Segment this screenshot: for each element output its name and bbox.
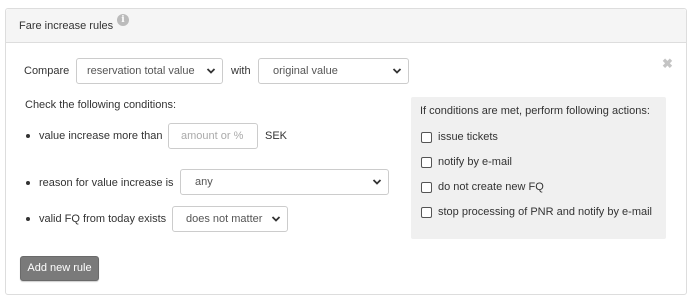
chevron-down-icon [372,179,382,185]
with-label: with [231,65,251,77]
reason-select[interactable]: any [180,169,389,195]
amount-input-placeholder: amount or % [181,130,244,142]
with-select[interactable]: original value [258,58,409,84]
reason-label: reason for value increase is [39,177,174,189]
close-icon[interactable]: ✖ [662,57,673,70]
actions-box: If conditions are met, perform following… [411,97,666,239]
chevron-down-icon [392,68,402,74]
currency-label: SEK [265,130,288,142]
conditions-heading: Check the following conditions: [25,99,177,111]
chevron-down-icon [271,216,281,222]
valid-fq-select[interactable]: does not matter [172,206,288,232]
value-increase-label: value increase more than [39,130,163,142]
compare-select[interactable]: reservation total value [76,58,223,84]
valid-fq-label: valid FQ from today exists [39,213,167,225]
actions-heading: If conditions are met, perform following… [420,105,650,117]
bullet [26,217,30,221]
bullet [26,181,30,185]
checkbox-label: stop processing of PNR and notify by e-m… [438,206,652,218]
panel-header: Fare increase rules i [6,9,686,43]
checkbox-label: do not create new FQ [438,181,544,193]
checkbox-label: notify by e-mail [438,156,512,168]
panel-title: Fare increase rules [19,20,114,32]
checkbox-label: issue tickets [438,131,498,143]
checkbox[interactable] [421,207,432,218]
bullet [26,134,30,138]
checkbox[interactable] [421,132,432,143]
with-select-value: original value [273,65,338,77]
compare-select-value: reservation total value [87,65,195,77]
compare-label: Compare [24,65,70,77]
amount-input[interactable]: amount or % [168,123,258,149]
chevron-down-icon [206,68,216,74]
reason-select-value: any [195,176,213,188]
checkbox[interactable] [421,182,432,193]
info-icon[interactable]: i [117,14,129,26]
valid-fq-select-value: does not matter [186,213,263,225]
checkbox[interactable] [421,157,432,168]
add-new-rule-button[interactable]: Add new rule [20,256,99,281]
